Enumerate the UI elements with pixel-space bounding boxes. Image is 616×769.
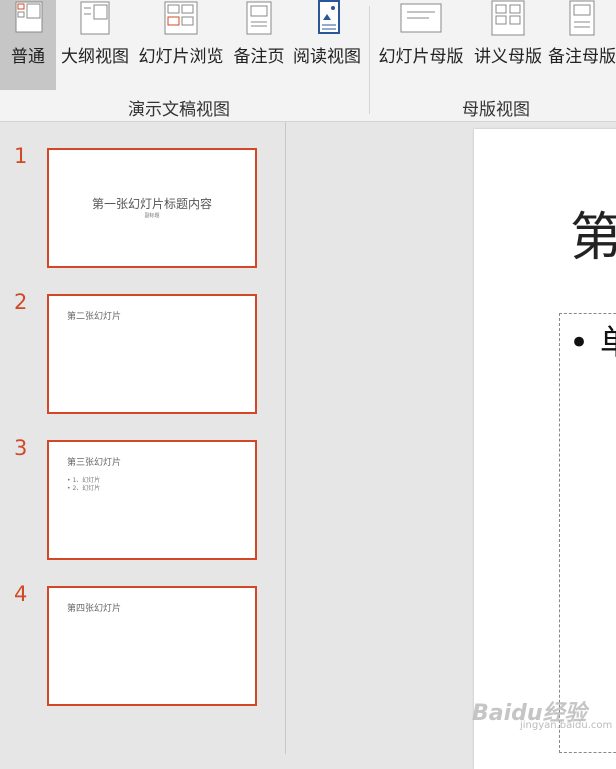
notes-master-icon <box>569 0 595 36</box>
normal-view-label: 普通 <box>11 47 45 67</box>
thumbnail-bullet: • 2、幻灯片 <box>67 485 101 492</box>
slide-number: 3 <box>14 436 28 460</box>
reading-view-label: 阅读视图 <box>293 47 361 67</box>
slide-thumbnail-4[interactable]: 第四张幻灯片 <box>47 586 257 706</box>
slide-number: 2 <box>14 290 28 314</box>
slide-master-label: 幻灯片母版 <box>378 47 464 67</box>
outline-view-icon <box>80 1 110 35</box>
handout-master-label: 讲义母版 <box>474 47 542 67</box>
thumbnail-subtitle: 副标题 <box>144 213 160 219</box>
notes-master-label: 备注母版 <box>548 47 616 67</box>
thumbnail-title: 第四张幻灯片 <box>67 604 122 614</box>
thumbnail-title: 第一张幻灯片标题内容 <box>91 197 212 211</box>
watermark-url: jingyan.baidu.com <box>520 720 613 731</box>
master-views-group-label: 母版视图 <box>462 100 530 120</box>
slide-sorter-icon <box>164 1 198 35</box>
slide-title-placeholder[interactable]: 第 <box>570 195 616 270</box>
content-bullet-text[interactable]: • 单 <box>569 315 616 364</box>
slide-thumbnail-2[interactable]: 第二张幻灯片 <box>47 294 257 414</box>
normal-view-icon <box>15 1 43 33</box>
thumbnail-title: 第二张幻灯片 <box>67 312 122 322</box>
slide-sorter-label: 幻灯片浏览 <box>138 47 224 67</box>
slide-number: 4 <box>14 582 28 606</box>
outline-view-button[interactable]: 大纲视图 <box>58 0 132 90</box>
notes-page-icon <box>246 1 272 35</box>
handout-master-icon <box>491 0 525 36</box>
slide-master-icon <box>400 3 442 33</box>
ribbon: 普通 大纲视图 幻灯片浏览 备注页 阅读视图 演示文稿视图 幻灯片母版 讲义母版… <box>0 0 616 122</box>
slide-number: 1 <box>14 144 28 168</box>
normal-view-button[interactable]: 普通 <box>0 0 56 90</box>
reading-view-button[interactable]: 阅读视图 <box>290 0 364 90</box>
content-placeholder[interactable] <box>559 313 616 753</box>
outline-view-label: 大纲视图 <box>61 47 129 67</box>
presentation-views-group-label: 演示文稿视图 <box>128 100 230 120</box>
group-separator <box>369 6 370 114</box>
notes-page-label: 备注页 <box>233 47 285 67</box>
thumbnail-title: 第三张幻灯片 <box>67 458 122 468</box>
slide-thumbnail-3[interactable]: 第三张幻灯片 • 1、幻灯片 • 2、幻灯片 <box>47 440 257 560</box>
slide-thumbnail-1[interactable]: 第一张幻灯片标题内容 副标题 <box>47 148 257 268</box>
notes-master-button[interactable]: 备注母版 <box>548 0 616 90</box>
slide-master-button[interactable]: 幻灯片母版 <box>374 0 468 90</box>
slide-sorter-button[interactable]: 幻灯片浏览 <box>134 0 228 90</box>
handout-master-button[interactable]: 讲义母版 <box>470 0 546 90</box>
reading-view-icon <box>318 0 340 34</box>
notes-page-button[interactable]: 备注页 <box>230 0 288 90</box>
